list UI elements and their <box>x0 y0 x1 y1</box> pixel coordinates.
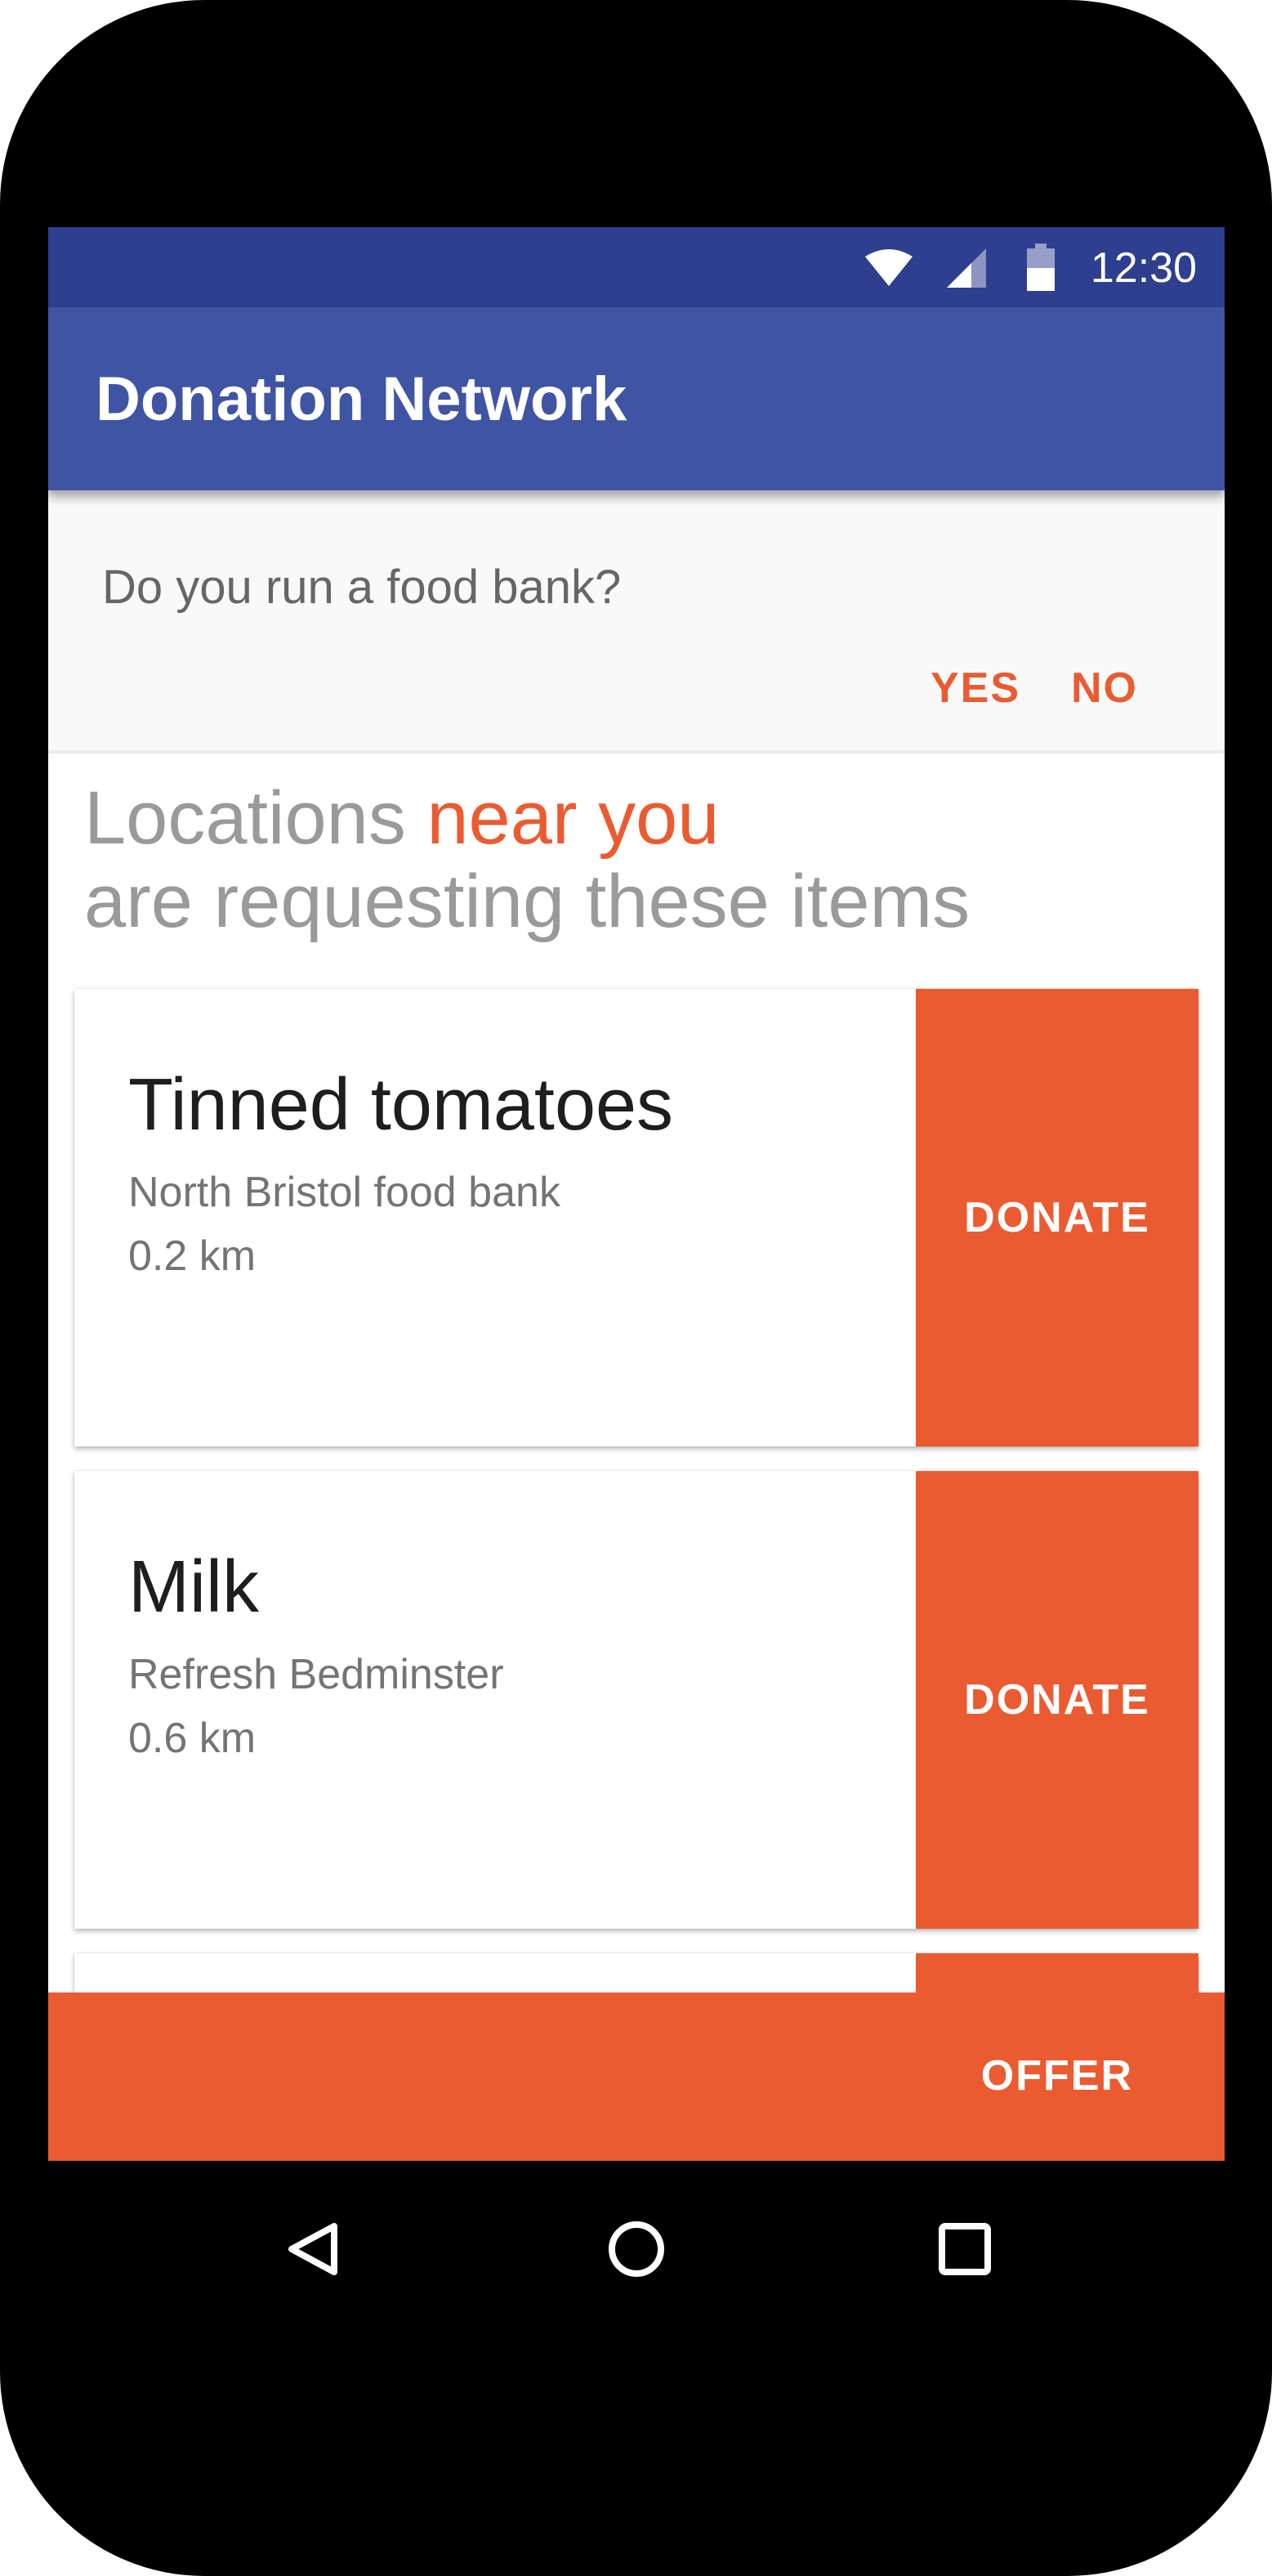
wifi-icon <box>865 249 913 286</box>
item-card: Tinned tomatoes North Bristol food bank … <box>74 989 1198 1447</box>
food-bank-banner: Do you run a food bank? YES NO <box>48 490 1225 754</box>
headline-line-1: Locations near you <box>84 776 970 860</box>
home-icon[interactable] <box>594 2207 679 2292</box>
item-card: Milk Refresh Bedminster 0.6 km DONATE <box>74 1471 1198 1929</box>
back-icon[interactable] <box>270 2207 355 2292</box>
food-bank-question: Do you run a food bank? <box>102 561 622 614</box>
battery-icon <box>1027 244 1055 291</box>
section-headline: Locations near you are requesting these … <box>84 776 970 943</box>
cellular-signal-icon <box>947 248 986 288</box>
offer-bar: OFFER <box>48 1992 1225 2161</box>
status-bar: 12:30 <box>48 227 1225 307</box>
headline-text: Locations <box>84 776 427 860</box>
item-distance: 0.2 km <box>128 1232 257 1280</box>
donate-button[interactable]: DONATE <box>916 989 1198 1447</box>
item-location: Refresh Bedminster <box>128 1651 504 1698</box>
recents-icon[interactable] <box>922 2207 1007 2292</box>
yes-button[interactable]: YES <box>931 664 1020 713</box>
headline-highlight: near you <box>426 776 720 860</box>
app-screen: 12:30 Donation Network Do you run a food… <box>48 227 1225 2337</box>
no-button[interactable]: NO <box>1071 664 1138 713</box>
donate-button[interactable]: DONATE <box>916 1471 1198 1929</box>
app-bar: Donation Network <box>48 307 1225 490</box>
navigation-bar <box>48 2161 1225 2337</box>
phone-frame: 12:30 Donation Network Do you run a food… <box>0 0 1272 2576</box>
item-title: Tinned tomatoes <box>128 1064 674 1146</box>
item-distance: 0.6 km <box>128 1715 257 1762</box>
status-time: 12:30 <box>1090 244 1197 292</box>
headline-line-2: are requesting these items <box>84 860 971 943</box>
app-title: Donation Network <box>96 364 627 434</box>
item-title: Milk <box>128 1546 259 1628</box>
item-location: North Bristol food bank <box>128 1169 560 1216</box>
offer-button[interactable]: OFFER <box>981 2051 1133 2100</box>
